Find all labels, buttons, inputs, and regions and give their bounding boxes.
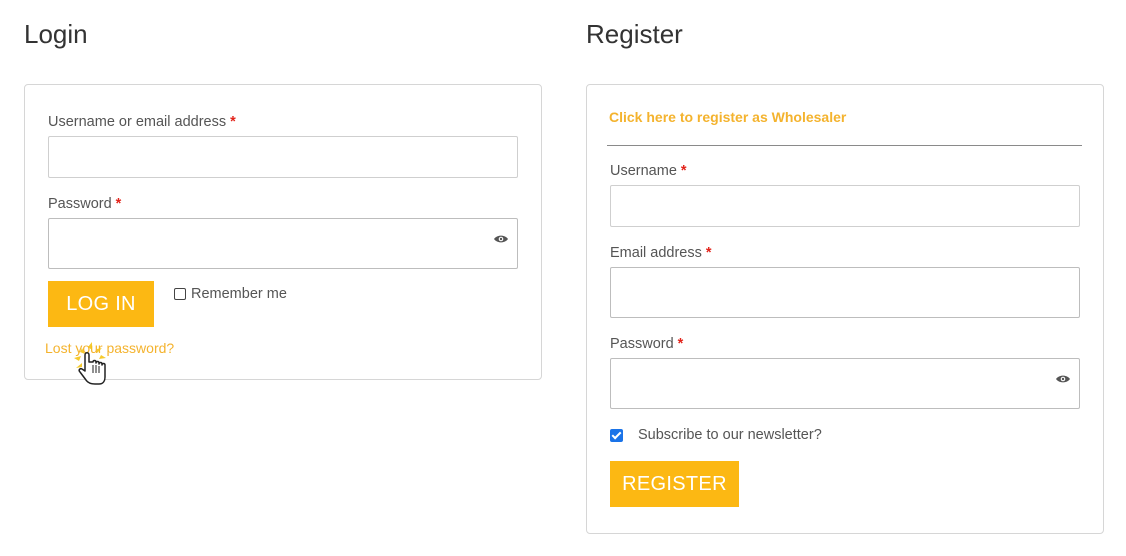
- login-heading: Login: [24, 19, 88, 49]
- eye-icon[interactable]: [493, 234, 509, 244]
- divider: [607, 145, 1082, 146]
- register-heading: Register: [586, 19, 683, 49]
- newsletter-label: Subscribe to our newsletter?: [638, 427, 822, 443]
- register-password-label: Password *: [610, 336, 684, 352]
- required-marker: *: [115, 196, 122, 212]
- required-marker: *: [680, 163, 687, 179]
- login-password-label: Password *: [48, 196, 122, 212]
- newsletter-checkbox[interactable]: Subscribe to our newsletter?: [610, 427, 822, 443]
- required-marker: *: [705, 245, 712, 261]
- hand-pointer-icon: [74, 342, 106, 385]
- register-button[interactable]: REGISTER: [610, 461, 739, 507]
- login-password-input[interactable]: [48, 218, 518, 269]
- register-username-label: Username *: [610, 163, 687, 179]
- remember-me-label: Remember me: [191, 286, 287, 302]
- register-password-input[interactable]: [610, 358, 1080, 409]
- login-button[interactable]: LOG IN: [48, 281, 154, 327]
- newsletter-box[interactable]: [610, 428, 623, 442]
- eye-icon[interactable]: [1055, 374, 1071, 384]
- required-marker: *: [230, 114, 236, 130]
- login-username-label: Username or email address *: [48, 114, 236, 130]
- wholesaler-register-link[interactable]: Click here to register as Wholesaler: [609, 109, 846, 125]
- login-username-input[interactable]: [48, 136, 518, 178]
- required-marker: *: [677, 336, 684, 352]
- register-email-input[interactable]: [610, 267, 1080, 318]
- remember-me-checkbox[interactable]: Remember me: [174, 286, 287, 302]
- register-email-label: Email address *: [610, 245, 712, 261]
- register-username-input[interactable]: [610, 185, 1080, 227]
- remember-me-box[interactable]: [174, 288, 186, 300]
